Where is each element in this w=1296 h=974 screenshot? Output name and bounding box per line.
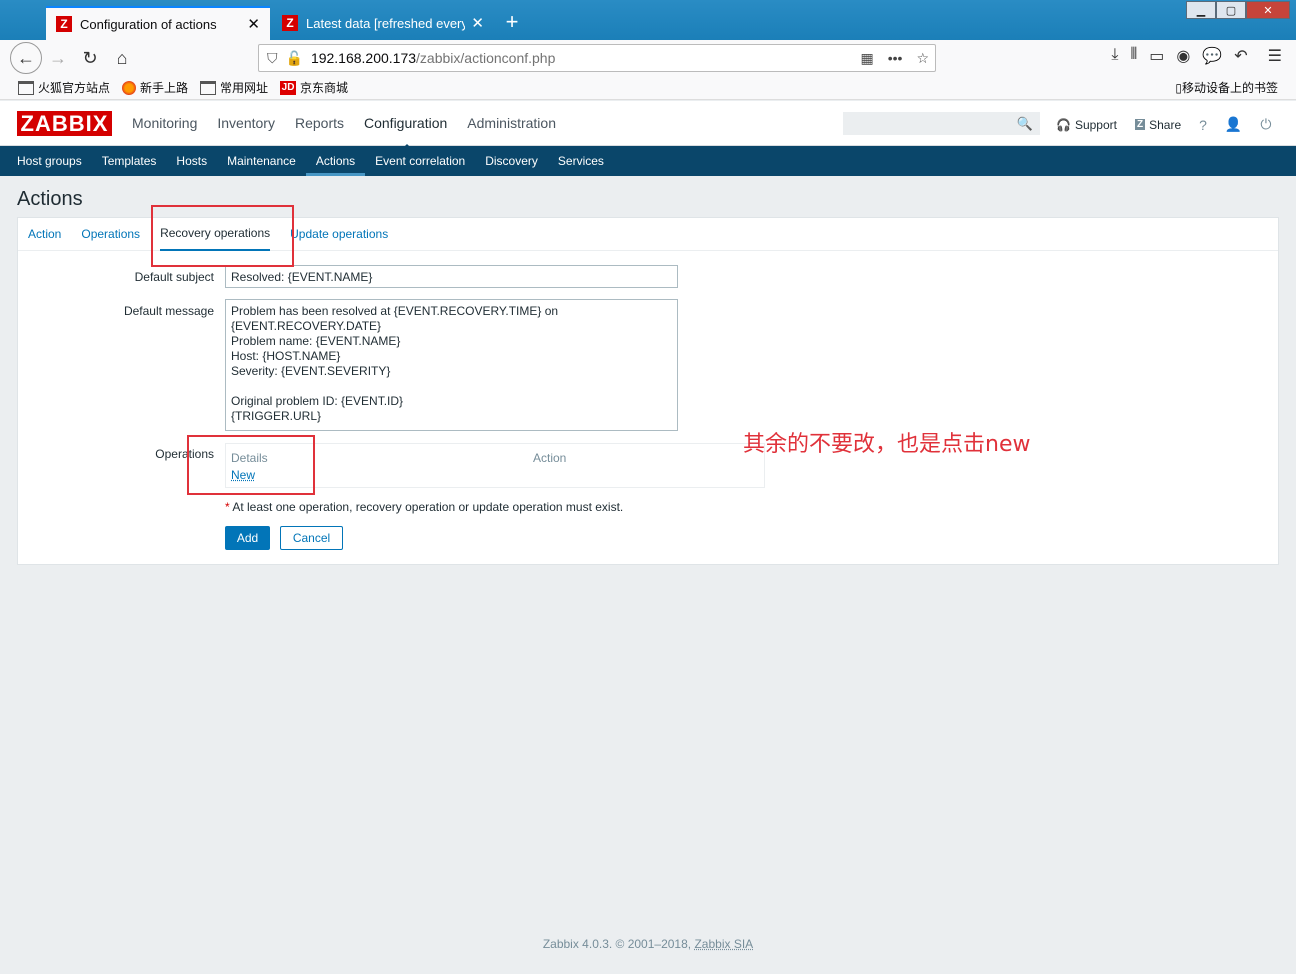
required-note: * At least one operation, recovery opera… bbox=[225, 500, 624, 514]
shield-icon[interactable]: ⛉ bbox=[267, 50, 278, 67]
menu-inventory[interactable]: Inventory bbox=[217, 115, 275, 131]
menu-reports[interactable]: Reports bbox=[295, 115, 344, 131]
url-host: 192.168.200.173 bbox=[310, 50, 417, 66]
search-input[interactable]: 🔍 bbox=[843, 112, 1040, 135]
tab-title: Configuration of actions bbox=[80, 16, 217, 32]
home-icon[interactable]: ⌂ bbox=[106, 42, 138, 74]
submenu-actions[interactable]: Actions bbox=[305, 146, 366, 176]
support-link[interactable]: 🎧 Support bbox=[1056, 118, 1117, 132]
undo-icon[interactable]: ↶ bbox=[1234, 46, 1247, 66]
submenu-discovery[interactable]: Discovery bbox=[475, 146, 548, 176]
footer: Zabbix 4.0.3. © 2001–2018, Zabbix SIA bbox=[542, 937, 754, 951]
action-form-panel: Action Operations Recovery operations Up… bbox=[17, 217, 1279, 565]
submenu-hosts[interactable]: Hosts bbox=[166, 146, 217, 176]
help-icon[interactable]: ? bbox=[1199, 117, 1207, 133]
column-action: Action bbox=[533, 451, 567, 465]
page-actions-icon[interactable]: ••• bbox=[888, 50, 903, 67]
menu-configuration[interactable]: Configuration bbox=[364, 115, 447, 151]
chat-icon[interactable]: 💬 bbox=[1202, 46, 1222, 66]
browser-tab-bar: Z Configuration of actions ✕ Z Latest da… bbox=[0, 0, 1296, 40]
zabbix-favicon-icon: Z bbox=[56, 16, 72, 32]
default-subject-label: Default subject bbox=[134, 270, 214, 284]
close-tab-icon[interactable]: ✕ bbox=[247, 15, 260, 33]
bookmarks-bar: 火狐官方站点 新手上路 常用网址 JD 京东商城 ▯移动设备上的书签 bbox=[0, 76, 1296, 100]
minimize-icon[interactable]: ▁ bbox=[1186, 1, 1216, 19]
bookmark-star-icon[interactable]: ☆ bbox=[916, 50, 929, 67]
user-profile-icon[interactable]: 👤 bbox=[1225, 116, 1242, 133]
menu-administration[interactable]: Administration bbox=[467, 115, 556, 131]
qr-code-icon[interactable]: ▦ bbox=[860, 50, 873, 67]
zabbix-sia-link[interactable]: Zabbix SIA bbox=[694, 937, 753, 951]
header-tools: 🎧 Support Z Share ? 👤 ⏻ bbox=[1056, 116, 1271, 133]
browser-tab-latest-data[interactable]: Z Latest data [refreshed every ✕ bbox=[272, 6, 494, 40]
search-icon[interactable]: 🔍 bbox=[1017, 116, 1033, 132]
new-tab-button[interactable]: + bbox=[500, 8, 524, 36]
bookmark-item[interactable]: 常用网址 bbox=[200, 79, 268, 96]
close-tab-icon[interactable]: ✕ bbox=[471, 14, 484, 32]
url-path: /zabbix/actionconf.php bbox=[416, 50, 556, 66]
submenu-host-groups[interactable]: Host groups bbox=[7, 146, 92, 176]
tab-title: Latest data [refreshed every bbox=[306, 15, 466, 31]
default-message-textarea[interactable]: Problem has been resolved at {EVENT.RECO… bbox=[225, 299, 678, 431]
firefox-icon bbox=[122, 80, 137, 95]
bookmark-item[interactable]: JD 京东商城 bbox=[280, 79, 348, 96]
share-link[interactable]: Z Share bbox=[1134, 118, 1181, 132]
cancel-button[interactable]: Cancel bbox=[280, 526, 343, 550]
tab-action[interactable]: Action bbox=[28, 218, 61, 251]
top-menu: Monitoring Inventory Reports Configurati… bbox=[132, 115, 556, 151]
mobile-bookmarks[interactable]: ▯移动设备上的书签 bbox=[1175, 79, 1278, 96]
insecure-lock-icon[interactable]: 🔓 bbox=[286, 50, 303, 67]
jd-icon: JD bbox=[280, 80, 297, 95]
submenu-event-correlation[interactable]: Event correlation bbox=[365, 146, 475, 176]
mobile-icon: ▯ bbox=[1175, 81, 1182, 95]
menu-monitoring[interactable]: Monitoring bbox=[132, 115, 197, 131]
highlight-new-link bbox=[187, 435, 315, 495]
sub-menu: Host groups Templates Hosts Maintenance … bbox=[0, 146, 1296, 176]
browser-tab-configuration[interactable]: Z Configuration of actions ✕ bbox=[46, 6, 270, 40]
tab-operations[interactable]: Operations bbox=[81, 218, 140, 251]
folder-icon bbox=[18, 80, 34, 95]
library-icon[interactable]: ⫴ bbox=[1131, 46, 1138, 66]
download-icon[interactable]: ⤓ bbox=[1111, 46, 1118, 66]
share-z-icon: Z bbox=[1134, 119, 1146, 130]
sign-out-icon[interactable]: ⏻ bbox=[1260, 116, 1271, 133]
close-window-icon[interactable]: ✕ bbox=[1246, 1, 1290, 19]
reload-icon[interactable]: ↻ bbox=[74, 42, 106, 74]
bookmark-item[interactable]: 新手上路 bbox=[122, 79, 188, 96]
annotation-note: 其余的不要改，也是点击new bbox=[743, 432, 1031, 457]
zabbix-header: ZABBIX Monitoring Inventory Reports Conf… bbox=[0, 101, 1296, 151]
sidebar-icon[interactable]: ▭ bbox=[1149, 46, 1164, 66]
maximize-icon[interactable]: ▢ bbox=[1216, 1, 1246, 19]
browser-nav-bar: ← → ↻ ⌂ ⛉ 🔓 192.168.200.173/zabbix/actio… bbox=[0, 40, 1296, 76]
back-icon[interactable]: ← bbox=[10, 42, 42, 74]
zabbix-favicon-icon: Z bbox=[282, 15, 298, 31]
submenu-services[interactable]: Services bbox=[548, 146, 614, 176]
forward-icon[interactable]: → bbox=[42, 42, 74, 74]
tab-update-operations[interactable]: Update operations bbox=[290, 218, 388, 251]
headset-icon: 🎧 bbox=[1056, 117, 1071, 132]
window-controls: ▁ ▢ ✕ bbox=[1186, 1, 1290, 19]
page-title: Actions bbox=[17, 188, 83, 210]
default-message-label: Default message bbox=[123, 304, 214, 318]
submenu-maintenance[interactable]: Maintenance bbox=[217, 146, 306, 176]
add-button[interactable]: Add bbox=[225, 526, 270, 550]
url-bar[interactable]: ⛉ 🔓 192.168.200.173/zabbix/actionconf.ph… bbox=[258, 44, 936, 72]
toolbar-right: ⤓ ⫴ ▭ ◉ 💬 ↶ ☰ bbox=[1111, 46, 1282, 66]
default-subject-input[interactable]: Resolved: {EVENT.NAME} bbox=[225, 265, 678, 288]
highlight-recovery-tab bbox=[151, 205, 294, 267]
account-icon[interactable]: ◉ bbox=[1176, 46, 1190, 66]
folder-icon bbox=[200, 80, 217, 95]
bookmark-item[interactable]: 火狐官方站点 bbox=[18, 79, 110, 96]
zabbix-logo[interactable]: ZABBIX bbox=[17, 111, 112, 136]
submenu-templates[interactable]: Templates bbox=[92, 146, 167, 176]
menu-icon[interactable]: ☰ bbox=[1268, 46, 1282, 66]
